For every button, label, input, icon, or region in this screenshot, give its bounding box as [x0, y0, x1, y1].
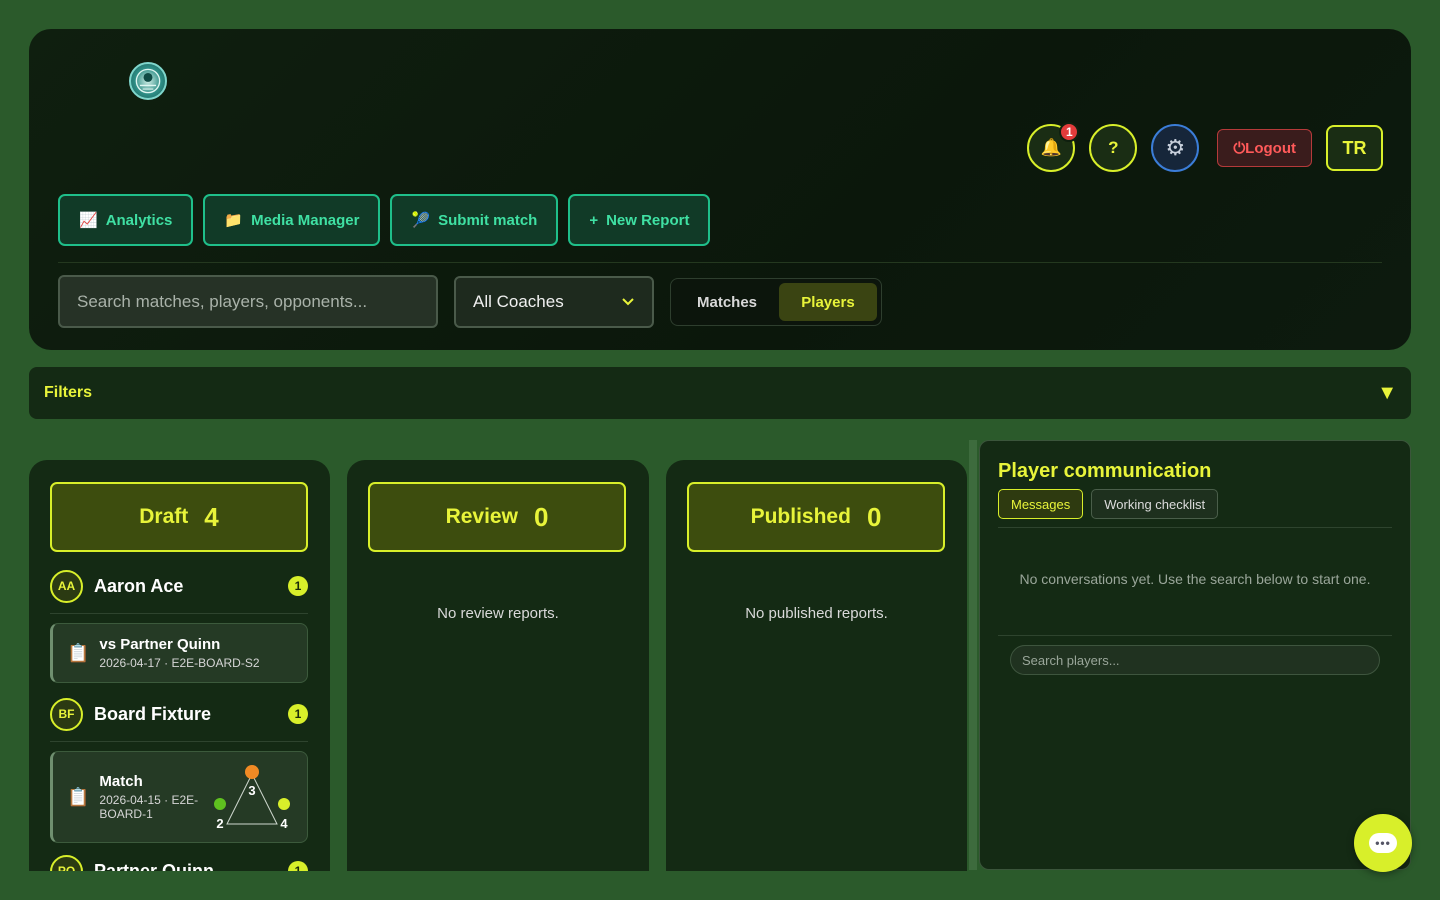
- chart-icon: 📈: [79, 212, 98, 229]
- settings-button[interactable]: ⚙: [1151, 124, 1200, 172]
- report-card[interactable]: 📋 Match 2026-04-15 · E2E-BOARD-1 3 2 4: [50, 751, 308, 843]
- report-subtitle: 2026-04-15 · E2E-BOARD-1: [99, 793, 199, 821]
- page-bottom: [0, 871, 1440, 900]
- chat-tabs: Messages Working checklist: [998, 489, 1226, 519]
- clipboard-icon: 📋: [67, 642, 90, 663]
- player-communication-panel: Player communication Messages Working ch…: [979, 440, 1411, 870]
- player-group-header[interactable]: AA Aaron Ace 1: [50, 565, 308, 607]
- review-title: Review: [445, 505, 518, 528]
- divider: [998, 527, 1392, 528]
- gear-icon: ⚙: [1165, 135, 1186, 160]
- tab-messages[interactable]: Messages: [998, 489, 1084, 519]
- report-card[interactable]: 📋 vs Partner Quinn 2026-04-17 · E2E-BOAR…: [50, 623, 308, 683]
- report-subtitle: 2026-04-17 · E2E-BOARD-S2: [99, 656, 260, 670]
- filters-bar[interactable]: Filters ▼: [29, 367, 1411, 419]
- draft-count: 4: [204, 501, 219, 532]
- toolbar: 📈 Analytics 📁 Media Manager 🎾 Submit mat…: [58, 194, 720, 246]
- published-column-header: Published 0: [687, 482, 945, 552]
- published-count: 0: [866, 501, 882, 532]
- node-label: 2: [216, 816, 223, 831]
- review-column-header: Review 0: [368, 482, 626, 552]
- filters-label: Filters: [44, 384, 93, 401]
- chat-fab-button[interactable]: •••: [1354, 814, 1412, 872]
- published-column: Published 0 No published reports.: [666, 460, 967, 880]
- review-count: 0: [533, 501, 549, 532]
- player-group: AA Aaron Ace 1 📋 vs Partner Quinn 2026-0…: [50, 565, 308, 683]
- view-toggle: Matches Players: [670, 278, 882, 326]
- node-label: 4: [280, 816, 288, 831]
- club-logo-icon[interactable]: [129, 62, 167, 100]
- plus-icon: +: [589, 211, 599, 229]
- player-node-icon: [214, 798, 226, 810]
- new-report-label: New Report: [606, 211, 690, 229]
- panel-title: Player communication: [998, 460, 1212, 482]
- user-avatar-button[interactable]: TR: [1326, 125, 1383, 171]
- submit-match-button[interactable]: 🎾 Submit match: [390, 194, 559, 246]
- search-input[interactable]: Search matches, players, opponents...: [58, 275, 438, 328]
- player-report-count: 1: [288, 704, 308, 724]
- node-label: 3: [248, 783, 255, 798]
- published-title: Published: [750, 505, 851, 528]
- coach-select[interactable]: All Coaches: [454, 276, 654, 328]
- player-report-count: 1: [288, 576, 308, 596]
- player-search-input[interactable]: Search players...: [1010, 645, 1380, 675]
- submit-match-label: Submit match: [438, 211, 538, 229]
- divider: [998, 635, 1392, 636]
- clipboard-icon: 📋: [67, 786, 90, 807]
- conversations-empty-message: No conversations yet. Use the search bel…: [1019, 571, 1371, 587]
- report-title: Match: [99, 773, 143, 790]
- notification-badge: 1: [1059, 122, 1080, 142]
- analytics-button[interactable]: 📈 Analytics: [58, 194, 194, 246]
- player-group: BF Board Fixture 1 📋 Match 2026-04-15 · …: [50, 693, 308, 843]
- bell-icon: 🔔: [1040, 138, 1062, 157]
- report-title: vs Partner Quinn: [99, 636, 221, 653]
- notifications-button[interactable]: 🔔 1: [1027, 122, 1080, 172]
- media-manager-button[interactable]: 📁 Media Manager: [203, 194, 381, 246]
- panel-resize-handle[interactable]: [969, 440, 977, 870]
- published-empty-message: No published reports.: [745, 605, 888, 622]
- chevron-down-icon: [621, 294, 635, 310]
- app-header: 🔔 1 ? ⚙ ⏻Logout TR 📈 Analytics 📁 Media M…: [29, 29, 1411, 350]
- coach-select-value: All Coaches: [473, 292, 564, 311]
- player-initials: BF: [50, 697, 83, 731]
- player-name: Aaron Ace: [94, 575, 184, 596]
- triangle-down-icon: ▼: [1377, 381, 1397, 404]
- player-group-header[interactable]: BF Board Fixture 1: [50, 693, 308, 735]
- header-actions: 🔔 1 ? ⚙ ⏻Logout TR: [1027, 122, 1383, 172]
- draft-title: Draft: [139, 505, 189, 528]
- tab-matches[interactable]: Matches: [675, 283, 779, 321]
- player-node-icon: [278, 798, 290, 810]
- header-divider: [58, 262, 1382, 263]
- draft-column-header: Draft 4: [50, 482, 308, 552]
- player-name: Board Fixture: [94, 703, 212, 724]
- player-triangle-diagram: 3 2 4: [214, 765, 290, 831]
- divider: [50, 741, 308, 742]
- player-initials: AA: [50, 569, 83, 603]
- media-manager-label: Media Manager: [251, 211, 360, 229]
- review-empty-message: No review reports.: [437, 605, 559, 622]
- tab-players[interactable]: Players: [779, 283, 877, 321]
- chat-bubble-icon: •••: [1369, 833, 1397, 853]
- review-column: Review 0 No review reports.: [347, 460, 649, 880]
- help-button[interactable]: ?: [1089, 124, 1138, 172]
- player-node-icon: [245, 765, 259, 779]
- tab-working-checklist[interactable]: Working checklist: [1091, 489, 1219, 519]
- divider: [50, 613, 308, 614]
- logout-button[interactable]: ⏻Logout: [1217, 129, 1312, 167]
- draft-column: Draft 4 AA Aaron Ace 1 📋 vs Partner Quin…: [29, 460, 330, 880]
- folder-icon: 📁: [224, 212, 244, 229]
- analytics-label: Analytics: [105, 211, 173, 229]
- new-report-button[interactable]: + New Report: [568, 194, 711, 246]
- tennis-ball-icon: 🎾: [411, 212, 431, 229]
